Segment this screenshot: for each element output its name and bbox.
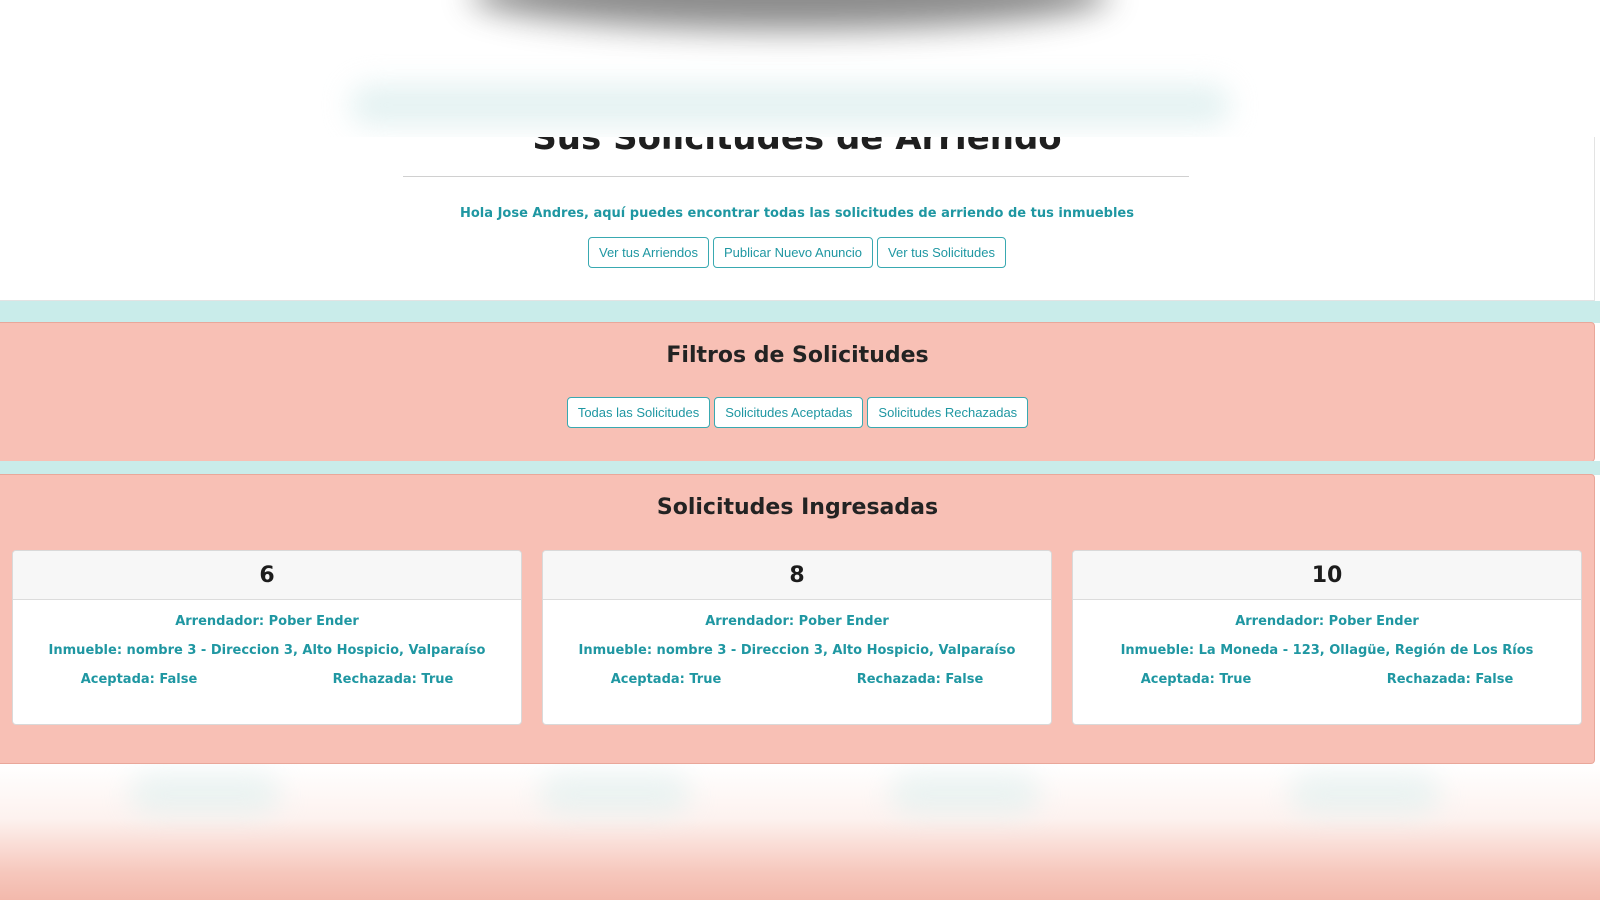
- rechazada-status: Rechazada: False: [856, 672, 984, 687]
- solicitudes-panel: Solicitudes Ingresadas 6 Arrendador: Pob…: [0, 474, 1595, 764]
- solicitud-id: 6: [13, 551, 521, 600]
- section-gap: [0, 461, 1600, 475]
- status-row: Aceptada: True Rechazada: False: [543, 672, 1051, 687]
- inmueble-text: Inmueble: nombre 3 - Direccion 3, Alto H…: [578, 643, 1016, 658]
- arrendador-text: Arrendador: Pober Ender: [705, 614, 889, 629]
- blurred-nav-shape: [350, 85, 1230, 125]
- section-gap: [0, 301, 1600, 323]
- todas-solicitudes-button[interactable]: Todas las Solicitudes: [566, 397, 711, 428]
- blurred-logo-shape: [470, 0, 1110, 30]
- arrendador-text: Arrendador: Pober Ender: [175, 614, 359, 629]
- filters-button-row: Todas las Solicitudes Solicitudes Acepta…: [0, 397, 1595, 428]
- blurred-footer-shape: [540, 774, 690, 814]
- blurred-footer-shape: [1290, 774, 1440, 814]
- solicitudes-rechazadas-button[interactable]: Solicitudes Rechazadas: [867, 397, 1029, 428]
- aceptada-status: Aceptada: False: [80, 672, 198, 687]
- title-divider: [403, 176, 1189, 177]
- arrendador-text: Arrendador: Pober Ender: [1235, 614, 1419, 629]
- aceptada-status: Aceptada: True: [1140, 672, 1252, 687]
- status-row: Aceptada: True Rechazada: False: [1073, 672, 1581, 687]
- publicar-anuncio-button[interactable]: Publicar Nuevo Anuncio: [713, 237, 874, 268]
- rechazada-status: Rechazada: False: [1386, 672, 1514, 687]
- blurred-footer-shape: [890, 774, 1040, 814]
- inmueble-text: Inmueble: La Moneda - 123, Ollagüe, Regi…: [1120, 643, 1534, 658]
- blurred-navbar: [0, 0, 1600, 137]
- blurred-footer: [0, 764, 1600, 900]
- header-card: Sus Solicitudes de Arriendo Hola Jose An…: [0, 110, 1595, 301]
- aceptada-status: Aceptada: True: [610, 672, 722, 687]
- solicitud-card[interactable]: 6 Arrendador: Pober Ender Inmueble: nomb…: [12, 550, 522, 725]
- solicitud-card[interactable]: 8 Arrendador: Pober Ender Inmueble: nomb…: [542, 550, 1052, 725]
- solicitud-id: 10: [1073, 551, 1581, 600]
- page: Sus Solicitudes de Arriendo Hola Jose An…: [0, 0, 1600, 900]
- solicitud-id: 8: [543, 551, 1051, 600]
- solicitudes-title: Solicitudes Ingresadas: [656, 495, 939, 520]
- solicitudes-aceptadas-button[interactable]: Solicitudes Aceptadas: [714, 397, 864, 428]
- inmueble-text: Inmueble: nombre 3 - Direccion 3, Alto H…: [48, 643, 486, 658]
- solicitud-card[interactable]: 10 Arrendador: Pober Ender Inmueble: La …: [1072, 550, 1582, 725]
- ver-solicitudes-button[interactable]: Ver tus Solicitudes: [877, 237, 1006, 268]
- header-button-row: Ver tus Arriendos Publicar Nuevo Anuncio…: [0, 237, 1594, 268]
- filters-title: Filtros de Solicitudes: [666, 343, 929, 368]
- filters-panel: Filtros de Solicitudes Todas las Solicit…: [0, 322, 1595, 462]
- status-row: Aceptada: False Rechazada: True: [13, 672, 521, 687]
- greeting-text: Hola Jose Andres, aquí puedes encontrar …: [460, 206, 1134, 221]
- blurred-footer-shape: [130, 774, 280, 814]
- rechazada-status: Rechazada: True: [332, 672, 454, 687]
- ver-arriendos-button[interactable]: Ver tus Arriendos: [588, 237, 709, 268]
